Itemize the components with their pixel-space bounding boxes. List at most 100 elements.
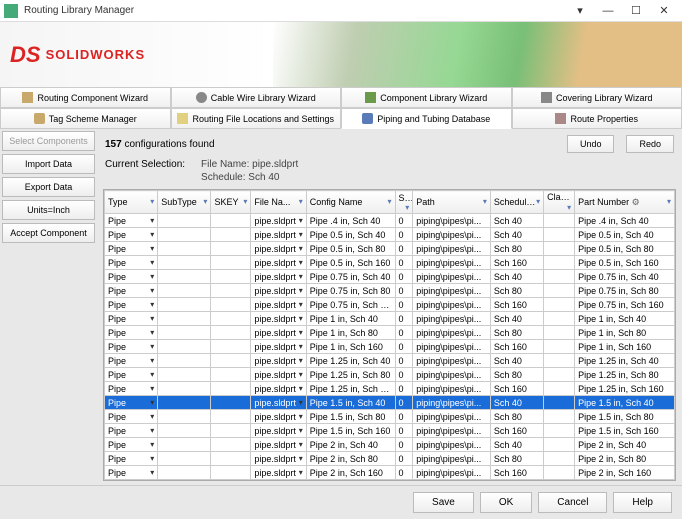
chevron-down-icon[interactable]: ▾ [299, 468, 303, 477]
table-row[interactable]: Pipe▾pipe.sldprt▾Pipe 1.25 in, Sch 1600p… [105, 382, 675, 396]
col-size[interactable]: Size▾ [395, 191, 413, 214]
chevron-down-icon[interactable]: ▾ [299, 286, 303, 295]
chevron-down-icon[interactable]: ▾ [150, 426, 154, 435]
undo-button[interactable]: Undo [567, 135, 615, 153]
chevron-down-icon[interactable]: ▾ [299, 384, 303, 393]
tab-piping-and-tubing-database[interactable]: Piping and Tubing Database [341, 108, 512, 129]
chevron-down-icon[interactable]: ▾ [150, 370, 154, 379]
col-part-number[interactable]: Part Number▾ ⚙ [575, 191, 675, 214]
filter-icon[interactable]: ▾ [243, 197, 247, 206]
col-file-na-[interactable]: File Na...▾ [251, 191, 306, 214]
filter-icon[interactable]: ▾ [483, 197, 487, 206]
table-row[interactable]: Pipe▾pipe.sldprt▾Pipe 1.25 in, Sch 400pi… [105, 354, 675, 368]
dropdown-button[interactable]: ▾ [566, 1, 594, 21]
chevron-down-icon[interactable]: ▾ [299, 440, 303, 449]
col-config-name[interactable]: Config Name▾ [306, 191, 395, 214]
chevron-down-icon[interactable]: ▾ [150, 300, 154, 309]
chevron-down-icon[interactable]: ▾ [299, 426, 303, 435]
tab-route-properties[interactable]: Route Properties [512, 108, 682, 129]
chevron-down-icon[interactable]: ▾ [299, 328, 303, 337]
table-row[interactable]: Pipe▾pipe.sldprt▾Pipe 1.5 in, Sch 1600pi… [105, 424, 675, 438]
chevron-down-icon[interactable]: ▾ [150, 244, 154, 253]
table-row[interactable]: Pipe▾pipe.sldprt▾Pipe 2 in, Sch 800pipin… [105, 452, 675, 466]
filter-icon[interactable]: ▾ [567, 203, 571, 212]
col-path[interactable]: Path▾ [413, 191, 491, 214]
filter-icon[interactable]: ▾ [405, 203, 409, 212]
chevron-down-icon[interactable]: ▾ [150, 328, 154, 337]
col-subtype[interactable]: SubType▾ [158, 191, 211, 214]
chevron-down-icon[interactable]: ▾ [299, 370, 303, 379]
side-select-components[interactable]: Select Components [2, 131, 95, 151]
chevron-down-icon[interactable]: ▾ [150, 286, 154, 295]
chevron-down-icon[interactable]: ▾ [299, 230, 303, 239]
chevron-down-icon[interactable]: ▾ [299, 314, 303, 323]
chevron-down-icon[interactable]: ▾ [299, 216, 303, 225]
chevron-down-icon[interactable]: ▾ [150, 314, 154, 323]
chevron-down-icon[interactable]: ▾ [299, 356, 303, 365]
filter-icon[interactable]: ▾ [299, 197, 303, 206]
col-schedule[interactable]: Schedule▾ ⚙ [490, 191, 543, 214]
table-row[interactable]: Pipe▾pipe.sldprt▾Pipe .4 in, Sch 400pipi… [105, 214, 675, 228]
tab-component-library-wizard[interactable]: Component Library Wizard [341, 87, 512, 108]
table-row[interactable]: Pipe▾pipe.sldprt▾Pipe 1.25 in, Sch 800pi… [105, 368, 675, 382]
filter-icon[interactable]: ▾ [150, 197, 154, 206]
table-row[interactable]: Pipe▾pipe.sldprt▾Pipe 2 in, Sch 400pipin… [105, 438, 675, 452]
minimize-button[interactable]: — [594, 1, 622, 21]
table-row[interactable]: Pipe▾pipe.sldprt▾Pipe 1 in, Sch 400pipin… [105, 312, 675, 326]
chevron-down-icon[interactable]: ▾ [299, 300, 303, 309]
table-row[interactable]: Pipe▾pipe.sldprt▾Pipe 0.5 in, Sch 800pip… [105, 242, 675, 256]
table-row[interactable]: Pipe▾pipe.sldprt▾Pipe 0.75 in, Sch 1600p… [105, 298, 675, 312]
table-row[interactable]: Pipe▾pipe.sldprt▾Pipe 1 in, Sch 800pipin… [105, 326, 675, 340]
chevron-down-icon[interactable]: ▾ [299, 272, 303, 281]
col-class[interactable]: Class▾ ⚙ [544, 191, 575, 214]
table-row[interactable]: Pipe▾pipe.sldprt▾Pipe 1.5 in, Sch 400pip… [105, 396, 675, 410]
chevron-down-icon[interactable]: ▾ [150, 230, 154, 239]
chevron-down-icon[interactable]: ▾ [150, 342, 154, 351]
side-accept-component[interactable]: Accept Component [2, 223, 95, 243]
cancel-button[interactable]: Cancel [538, 492, 607, 513]
chevron-down-icon[interactable]: ▾ [299, 244, 303, 253]
tab-covering-library-wizard[interactable]: Covering Library Wizard [512, 87, 682, 108]
chevron-down-icon[interactable]: ▾ [299, 342, 303, 351]
ok-button[interactable]: OK [480, 492, 532, 513]
data-grid[interactable]: Type▾SubType▾SKEY▾File Na...▾Config Name… [103, 189, 676, 481]
chevron-down-icon[interactable]: ▾ [150, 454, 154, 463]
redo-button[interactable]: Redo [626, 135, 674, 153]
chevron-down-icon[interactable]: ▾ [299, 454, 303, 463]
filter-icon[interactable]: ▾ [387, 197, 391, 206]
tab-routing-component-wizard[interactable]: Routing Component Wizard [0, 87, 171, 108]
maximize-button[interactable]: ☐ [622, 1, 650, 21]
table-row[interactable]: Pipe▾pipe.sldprt▾Pipe 0.5 in, Sch 400pip… [105, 228, 675, 242]
chevron-down-icon[interactable]: ▾ [299, 398, 303, 407]
chevron-down-icon[interactable]: ▾ [150, 440, 154, 449]
chevron-down-icon[interactable]: ▾ [150, 412, 154, 421]
col-skey[interactable]: SKEY▾ [211, 191, 251, 214]
table-row[interactable]: Pipe▾pipe.sldprt▾Pipe 0.75 in, Sch 400pi… [105, 270, 675, 284]
tab-cable-wire-library-wizard[interactable]: Cable Wire Library Wizard [171, 87, 342, 108]
table-row[interactable]: Pipe▾pipe.sldprt▾Pipe 0.75 in, Sch 800pi… [105, 284, 675, 298]
table-row[interactable]: Pipe▾pipe.sldprt▾Pipe 1.5 in, Sch 800pip… [105, 410, 675, 424]
close-button[interactable]: ✕ [650, 1, 678, 21]
chevron-down-icon[interactable]: ▾ [150, 356, 154, 365]
chevron-down-icon[interactable]: ▾ [299, 258, 303, 267]
side-units-inch[interactable]: Units=Inch [2, 200, 95, 220]
table-row[interactable]: Pipe▾pipe.sldprt▾Pipe 2 in, Sch 1600pipi… [105, 466, 675, 480]
gear-icon[interactable]: ⚙ [534, 197, 542, 207]
tab-routing-file-locations-and-settings[interactable]: Routing File Locations and Settings [171, 108, 342, 129]
chevron-down-icon[interactable]: ▾ [150, 384, 154, 393]
chevron-down-icon[interactable]: ▾ [150, 398, 154, 407]
gear-icon[interactable]: ⚙ [632, 197, 640, 207]
table-row[interactable]: Pipe▾pipe.sldprt▾Pipe 1 in, Sch 1600pipi… [105, 340, 675, 354]
col-type[interactable]: Type▾ [105, 191, 158, 214]
chevron-down-icon[interactable]: ▾ [299, 412, 303, 421]
filter-icon[interactable]: ▾ [203, 197, 207, 206]
chevron-down-icon[interactable]: ▾ [150, 468, 154, 477]
chevron-down-icon[interactable]: ▾ [150, 216, 154, 225]
side-export-data[interactable]: Export Data [2, 177, 95, 197]
chevron-down-icon[interactable]: ▾ [150, 258, 154, 267]
side-import-data[interactable]: Import Data [2, 154, 95, 174]
table-row[interactable]: Pipe▾pipe.sldprt▾Pipe 2.5 in, Sch 400pip… [105, 480, 675, 482]
chevron-down-icon[interactable]: ▾ [150, 272, 154, 281]
tab-tag-scheme-manager[interactable]: Tag Scheme Manager [0, 108, 171, 129]
table-row[interactable]: Pipe▾pipe.sldprt▾Pipe 0.5 in, Sch 1600pi… [105, 256, 675, 270]
